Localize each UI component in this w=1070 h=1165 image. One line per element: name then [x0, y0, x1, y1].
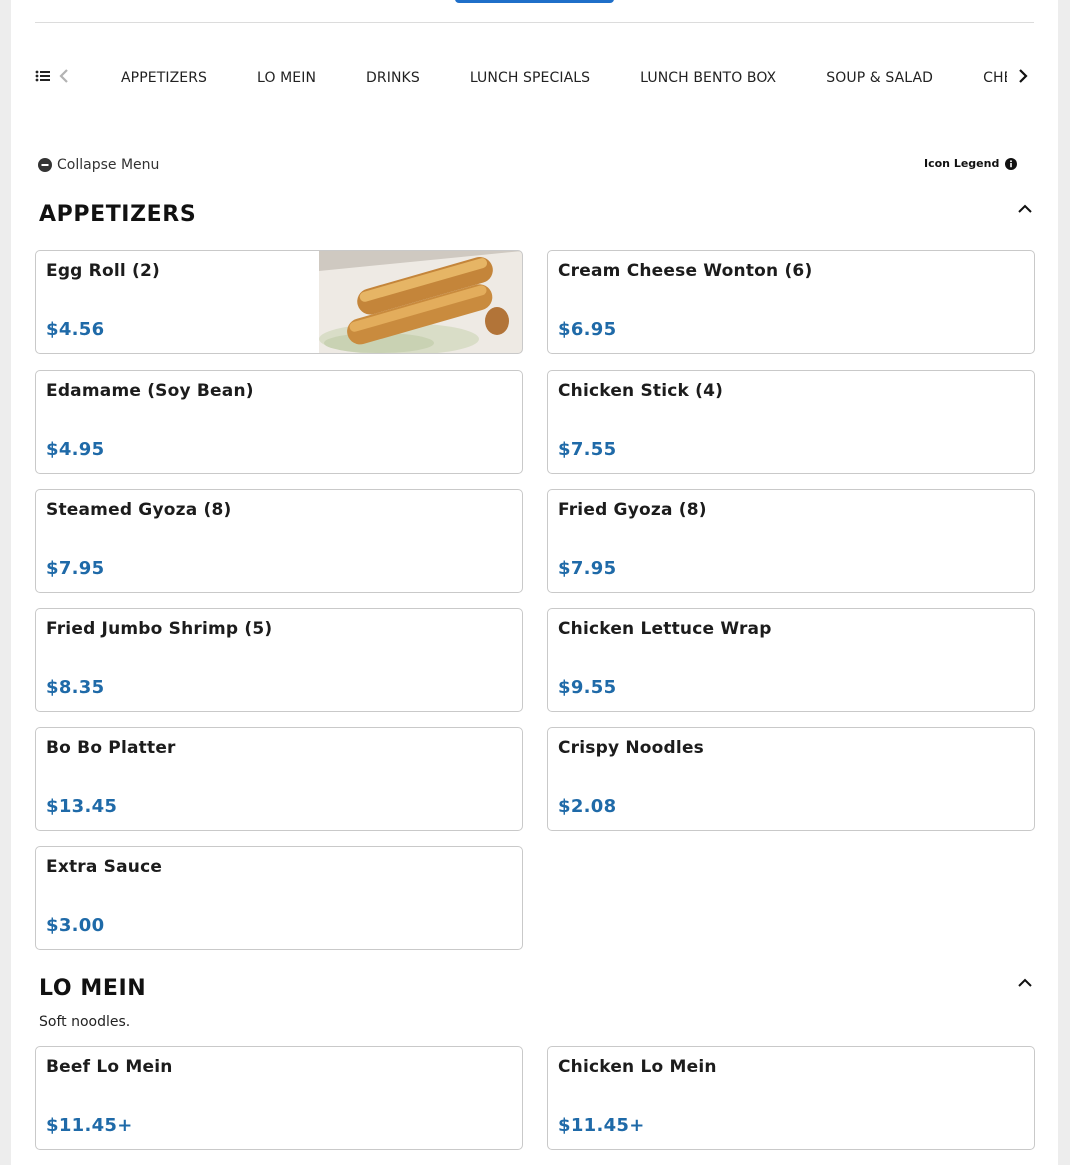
menu-item-name: Steamed Gyoza (8): [46, 500, 232, 520]
menu-item-card[interactable]: Chicken Lettuce Wrap $9.55: [547, 608, 1035, 712]
collapse-menu-label: Collapse Menu: [57, 157, 160, 173]
divider: [35, 22, 1034, 23]
menu-item-price: $11.45+: [46, 1115, 133, 1136]
chevron-left-icon[interactable]: [57, 68, 73, 84]
category-tab-lunch-bento-box[interactable]: LUNCH BENTO BOX: [640, 54, 776, 102]
menu-item-card[interactable]: Edamame (Soy Bean) $4.95: [35, 370, 523, 474]
minus-circle-icon: [38, 158, 52, 172]
category-tab-lunch-specials[interactable]: LUNCH SPECIALS: [470, 54, 590, 102]
chevron-right-icon[interactable]: [1015, 68, 1031, 84]
icon-legend-button[interactable]: Icon Legend: [924, 157, 1018, 170]
menu-item-name: Bo Bo Platter: [46, 738, 176, 758]
menu-item-name: Chicken Lettuce Wrap: [558, 619, 772, 639]
category-tab-next[interactable]: CHEF'S SPECIALS: [983, 54, 1007, 102]
menu-item-name: Beef Lo Mein: [46, 1057, 173, 1077]
top-action-button[interactable]: [455, 0, 614, 3]
menu-item-card[interactable]: Chicken Lo Mein $11.45+: [547, 1046, 1035, 1150]
menu-item-price: $11.45+: [558, 1115, 645, 1136]
menu-item-price: $7.95: [558, 558, 617, 579]
menu-page: APPETIZERS LO MEIN DRINKS LUNCH SPECIALS…: [11, 0, 1058, 1165]
menu-item-name: Extra Sauce: [46, 857, 163, 877]
chevron-up-icon[interactable]: [1017, 975, 1033, 991]
list-icon[interactable]: [35, 68, 51, 84]
menu-item-price: $3.00: [46, 915, 105, 936]
category-tab-lo-mein[interactable]: LO MEIN: [257, 54, 316, 102]
info-icon: [1005, 157, 1018, 170]
menu-item-price: $7.95: [46, 558, 105, 579]
category-tab-soup-salad[interactable]: SOUP & SALAD: [826, 54, 933, 102]
section-title-lo-mein: LO MEIN: [39, 976, 147, 1001]
menu-item-name: Fried Gyoza (8): [558, 500, 707, 520]
menu-item-name: Cream Cheese Wonton (6): [558, 261, 813, 281]
section-description: Soft noodles.: [39, 1014, 131, 1030]
category-tab-appetizers[interactable]: APPETIZERS: [121, 54, 207, 102]
category-nav: APPETIZERS LO MEIN DRINKS LUNCH SPECIALS…: [35, 54, 1034, 102]
menu-item-price: $4.56: [46, 319, 105, 340]
menu-item-price: $6.95: [558, 319, 617, 340]
menu-item-name: Chicken Lo Mein: [558, 1057, 717, 1077]
section-title-appetizers: APPETIZERS: [39, 202, 197, 227]
chevron-up-icon[interactable]: [1017, 201, 1033, 217]
menu-item-name: Egg Roll (2): [46, 261, 160, 281]
menu-item-card[interactable]: Fried Gyoza (8) $7.95: [547, 489, 1035, 593]
menu-item-card[interactable]: Steamed Gyoza (8) $7.95: [35, 489, 523, 593]
menu-item-price: $8.35: [46, 677, 105, 698]
category-tab-drinks[interactable]: DRINKS: [366, 54, 420, 102]
menu-item-card[interactable]: Crispy Noodles $2.08: [547, 727, 1035, 831]
menu-item-card[interactable]: Bo Bo Platter $13.45: [35, 727, 523, 831]
collapse-menu-button[interactable]: Collapse Menu: [38, 157, 159, 173]
menu-item-name: Edamame (Soy Bean): [46, 381, 254, 401]
menu-item-card[interactable]: Beef Lo Mein $11.45+: [35, 1046, 523, 1150]
menu-item-price: $2.08: [558, 796, 617, 817]
menu-item-price: $4.95: [46, 439, 105, 460]
menu-item-card[interactable]: Fried Jumbo Shrimp (5) $8.35: [35, 608, 523, 712]
category-track: APPETIZERS LO MEIN DRINKS LUNCH SPECIALS…: [95, 54, 1007, 102]
menu-item-card[interactable]: Cream Cheese Wonton (6) $6.95: [547, 250, 1035, 354]
menu-item-card[interactable]: Chicken Stick (4) $7.55: [547, 370, 1035, 474]
menu-item-price: $13.45: [46, 796, 118, 817]
menu-item-name: Crispy Noodles: [558, 738, 705, 758]
menu-item-price: $7.55: [558, 439, 617, 460]
egg-roll-photo: [319, 251, 522, 353]
menu-item-card[interactable]: Egg Roll (2) $4.56: [35, 250, 523, 354]
icon-legend-label: Icon Legend: [924, 157, 1000, 170]
menu-item-price: $9.55: [558, 677, 617, 698]
menu-item-card[interactable]: Extra Sauce $3.00: [35, 846, 523, 950]
menu-item-name: Fried Jumbo Shrimp (5): [46, 619, 273, 639]
menu-item-name: Chicken Stick (4): [558, 381, 724, 401]
